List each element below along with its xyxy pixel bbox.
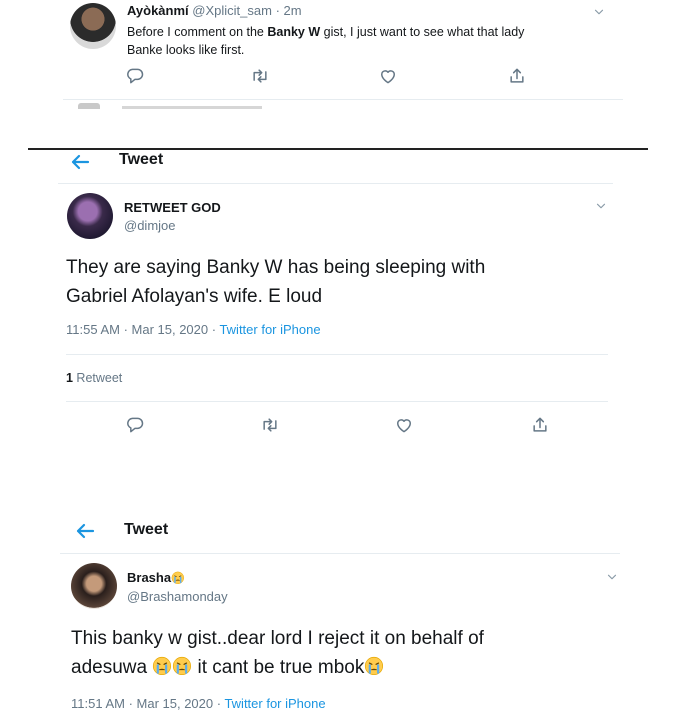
- page-title: Tweet: [119, 151, 164, 168]
- crying-face-emoji: [171, 571, 185, 585]
- display-name-row: Brasha: [127, 570, 185, 585]
- handle[interactable]: @Xplicit_sam: [192, 3, 272, 18]
- avatar[interactable]: [67, 193, 113, 239]
- tweet-text: They are saying Banky W has being sleepi…: [66, 253, 485, 311]
- separator: ·: [275, 3, 280, 18]
- divider: [63, 99, 623, 100]
- share-icon[interactable]: [507, 66, 527, 86]
- crying-face-emoji: [172, 656, 192, 676]
- text-line-1: They are saying Banky W has being sleepi…: [66, 257, 486, 278]
- back-arrow-icon[interactable]: [68, 150, 92, 174]
- reply-icon[interactable]: [125, 66, 145, 86]
- truncated-text: [122, 106, 262, 109]
- avatar[interactable]: [70, 3, 116, 49]
- section-border: [28, 148, 648, 150]
- chevron-down-icon[interactable]: [592, 5, 606, 19]
- text-bold: Banky W: [267, 25, 321, 39]
- like-icon[interactable]: [378, 66, 398, 86]
- text-part: it cant be true mbok: [192, 657, 365, 678]
- timestamp[interactable]: 11:51 AM · Mar 15, 2020 ·: [71, 696, 224, 711]
- display-name[interactable]: Ayòkànmí: [127, 3, 189, 18]
- handle[interactable]: @Brashamonday: [127, 589, 228, 604]
- crying-face-emoji: [364, 656, 384, 676]
- retweet-count: 1: [66, 371, 73, 385]
- timestamp[interactable]: 11:55 AM · Mar 15, 2020 ·: [66, 322, 219, 337]
- tweet-timestamp: 11:51 AM · Mar 15, 2020 · Twitter for iP…: [71, 696, 326, 711]
- retweet-icon[interactable]: [250, 66, 270, 86]
- page-title: Tweet: [124, 521, 169, 538]
- like-icon[interactable]: [394, 415, 414, 435]
- text-part: Before I comment on the: [127, 25, 268, 39]
- display-name[interactable]: RETWEET GOD: [124, 200, 221, 215]
- tweet-text: This banky w gist..dear lord I reject it…: [71, 624, 484, 682]
- tweet-time[interactable]: 2m: [284, 3, 302, 18]
- display-name[interactable]: Brasha: [127, 570, 171, 585]
- chevron-down-icon[interactable]: [594, 199, 608, 213]
- text-line-1: This banky w gist..dear lord I reject it…: [71, 628, 484, 649]
- back-arrow-icon[interactable]: [73, 519, 97, 543]
- source-link[interactable]: Twitter for iPhone: [219, 322, 320, 337]
- divider: [66, 401, 608, 402]
- share-icon[interactable]: [530, 415, 550, 435]
- tweet-text: Before I comment on the Banky W gist, I …: [127, 23, 524, 59]
- text-part: adesuwa: [71, 657, 153, 678]
- divider: [58, 183, 613, 184]
- reply-icon[interactable]: [125, 415, 145, 435]
- retweet-icon[interactable]: [260, 415, 280, 435]
- tweet-timestamp: 11:55 AM · Mar 15, 2020 · Twitter for iP…: [66, 322, 321, 337]
- tweet-header: Ayòkànmí @Xplicit_sam · 2m: [127, 3, 302, 18]
- text-line-2: Banke looks like first.: [127, 43, 245, 57]
- text-part: gist, I just want to see what that lady: [320, 25, 525, 39]
- text-line-2: Gabriel Afolayan's wife. E loud: [66, 286, 323, 307]
- avatar[interactable]: [71, 563, 117, 609]
- retweet-label: Retweet: [72, 371, 123, 385]
- handle[interactable]: @dimjoe: [124, 218, 176, 233]
- source-link[interactable]: Twitter for iPhone: [224, 696, 325, 711]
- retweet-stats[interactable]: 1 Retweet: [66, 371, 122, 385]
- divider: [66, 354, 608, 355]
- chevron-down-icon[interactable]: [605, 570, 619, 584]
- divider: [60, 553, 620, 554]
- crying-face-emoji: [152, 656, 172, 676]
- avatar: [78, 103, 100, 109]
